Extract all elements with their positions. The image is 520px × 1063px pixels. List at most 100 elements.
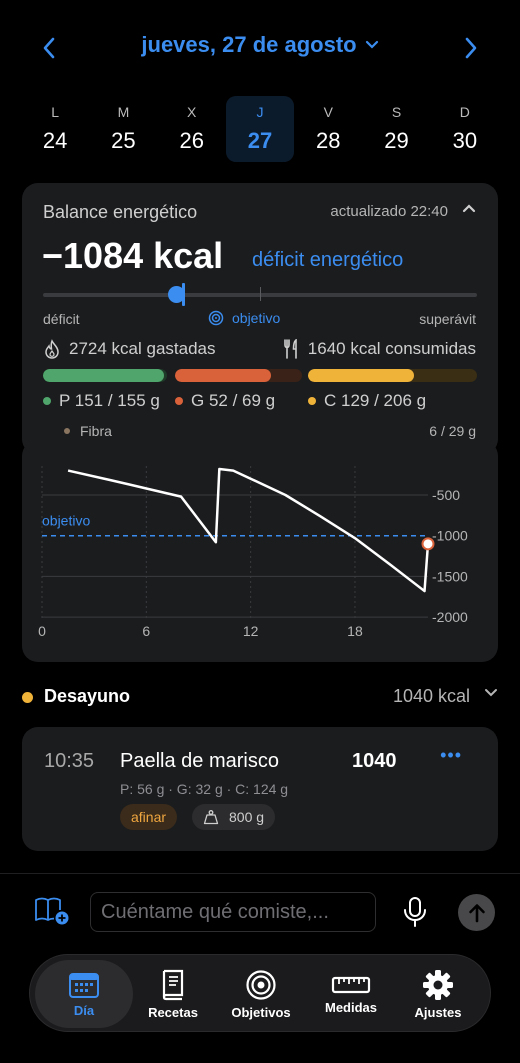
calories-consumed-text: 1640 kcal consumidas [307, 339, 476, 358]
arrow-up-icon [468, 903, 485, 922]
balance-chart-card: objetivo -500 -1000 -1500 -2000 0 6 12 18 [22, 440, 498, 662]
tab-day[interactable]: Día [35, 960, 133, 1028]
carbs-text: C 129 / 206 g [324, 391, 427, 410]
day-letter: S [391, 104, 402, 120]
goal-line-label: objetivo [42, 513, 90, 529]
x-tick-label: 12 [243, 623, 259, 639]
day-letter: V [323, 104, 333, 120]
tab-settings[interactable]: Ajustes [389, 960, 487, 1028]
tab-label: Ajustes [414, 1004, 462, 1020]
chevron-up-icon[interactable] [462, 203, 476, 213]
carbs-summary: C 129 / 206 g [308, 391, 426, 411]
tab-label: Medidas [324, 999, 377, 1015]
fat-dot [175, 397, 183, 405]
meal-section-header[interactable]: Desayuno 1040 kcal [22, 684, 498, 710]
day-number: 27 [247, 128, 273, 153]
day-thursday-selected[interactable]: J 27 [225, 96, 295, 162]
scale-label-deficit: déficit [43, 311, 80, 327]
balance-goal-marker [182, 283, 185, 306]
day-letter: M [117, 104, 130, 120]
tab-goals[interactable]: Objetivos [212, 960, 310, 1028]
calories-consumed: 1640 kcal consumidas [283, 339, 476, 359]
day-number: 30 [452, 128, 478, 153]
scale-weight-icon [203, 810, 219, 825]
more-options-icon[interactable]: ••• [440, 745, 462, 766]
chevron-down-icon [365, 40, 378, 49]
carbs-progress-fill [308, 369, 414, 382]
fat-progress-bar [175, 369, 302, 382]
energy-balance-card[interactable]: Balance energético actualizado 22:40 −10… [22, 183, 498, 455]
tab-measures[interactable]: Medidas [302, 960, 400, 1028]
chevron-right-icon [465, 37, 477, 59]
day-letter: L [51, 104, 60, 120]
calories-spent-text: 2724 kcal gastadas [69, 339, 216, 358]
current-point [421, 537, 435, 551]
fiber-dot [64, 428, 70, 434]
day-sunday[interactable]: D 30 [431, 96, 499, 162]
carbs-progress-bar [308, 369, 477, 382]
next-day-button[interactable] [455, 32, 487, 64]
target-icon [246, 969, 276, 1000]
day-letter: X [187, 104, 197, 120]
fiber-summary: Fibra [64, 423, 112, 439]
balance-title: Balance energético [43, 202, 198, 222]
day-monday[interactable]: L 24 [21, 96, 89, 162]
recipe-book-add-button[interactable] [34, 896, 70, 931]
protein-progress-bar [43, 369, 167, 382]
tab-recipes[interactable]: Recetas [124, 960, 222, 1028]
flame-icon [45, 339, 59, 359]
day-number: 25 [111, 128, 136, 153]
balance-value: −1084 kcal [42, 235, 224, 276]
scale-label-goal: objetivo [208, 310, 280, 326]
day-wednesday[interactable]: X 26 [158, 96, 226, 162]
meal-description-input[interactable]: Cuéntame qué comiste,... [90, 892, 376, 932]
day-letter: J [256, 104, 264, 120]
target-icon [208, 310, 224, 326]
x-tick-label: 0 [38, 623, 46, 639]
fork-knife-icon [283, 339, 297, 359]
tune-button[interactable]: afinar [120, 804, 178, 830]
food-entry-card[interactable]: 10:35 Paella de marisco 1040 ••• P: 56 g… [22, 727, 498, 851]
day-saturday[interactable]: S 29 [362, 96, 430, 162]
calories-spent: 2724 kcal gastadas [43, 339, 216, 359]
composer-divider [0, 873, 520, 874]
last-updated: actualizado 22:40 [330, 203, 448, 220]
balance-line [67, 467, 430, 593]
entry-name: Paella de marisco [120, 750, 279, 772]
meal-dot [22, 692, 33, 703]
protein-summary: P 151 / 155 g [43, 391, 160, 411]
y-tick-label: -500 [432, 487, 460, 503]
tab-label: Objetivos [231, 1004, 291, 1020]
protein-text: P 151 / 155 g [59, 391, 160, 410]
microphone-button[interactable] [402, 896, 428, 933]
day-friday[interactable]: V 28 [294, 96, 362, 162]
fiber-label: Fibra [80, 423, 112, 439]
date-header: jueves, 27 de agosto [0, 28, 520, 68]
balance-scale-center-tick [260, 287, 261, 301]
date-picker-button[interactable]: jueves, 27 de agosto [0, 32, 520, 58]
gear-icon [423, 969, 453, 1000]
balance-status: déficit energético [252, 249, 404, 271]
day-number: 28 [316, 128, 341, 153]
ruler-icon [331, 976, 371, 993]
fat-summary: G 52 / 69 g [175, 391, 275, 411]
input-placeholder: Cuéntame qué comiste,... [101, 900, 329, 923]
date-title: jueves, 27 de agosto [141, 32, 357, 57]
week-strip: L 24 M 25 X 26 J 27 V 28 S 29 D 30 [21, 96, 499, 162]
fat-progress-fill [175, 369, 271, 382]
protein-dot [43, 397, 51, 405]
goal-label: objetivo [232, 310, 281, 326]
day-tuesday[interactable]: M 25 [89, 96, 157, 162]
balance-chart: objetivo -500 -1000 -1500 -2000 0 6 12 18 [38, 466, 468, 639]
send-button[interactable] [458, 894, 495, 931]
weight-text: 800 g [229, 809, 265, 825]
day-number: 24 [42, 128, 68, 153]
entry-time: 10:35 [44, 750, 95, 772]
weight-chip[interactable]: 800 g [192, 804, 276, 830]
tab-label: Recetas [148, 1004, 198, 1020]
day-letter: D [459, 104, 470, 120]
tune-label: afinar [131, 809, 167, 825]
scale-label-surplus: superávit [419, 311, 476, 327]
x-tick-label: 18 [347, 623, 363, 639]
entry-macros: P: 56 g · G: 32 g · C: 124 g [120, 781, 289, 797]
